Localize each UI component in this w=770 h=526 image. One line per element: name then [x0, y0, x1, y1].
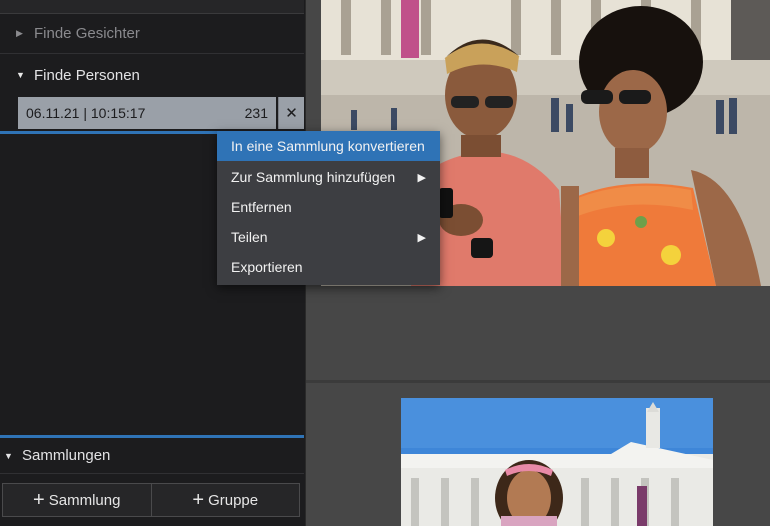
context-menu: In eine Sammlung konvertieren Zur Sammlu… — [217, 131, 440, 285]
search-result-count: 231 — [244, 105, 268, 121]
photo-2-image — [401, 398, 713, 526]
menu-item-export[interactable]: Exportieren — [217, 252, 440, 282]
add-group-button[interactable]: + Gruppe — [150, 484, 300, 516]
menu-item-convert-to-collection[interactable]: In eine Sammlung konvertieren — [217, 131, 440, 161]
plus-icon: + — [192, 489, 205, 511]
find-persons-row[interactable]: ▼ Finde Personen — [0, 55, 304, 95]
search-result-date: 06.11.21 | 10:15:17 — [26, 105, 146, 121]
add-collection-button[interactable]: + Sammlung — [3, 484, 151, 516]
chevron-down-icon: ▼ — [16, 70, 25, 80]
menu-item-add-to-collection[interactable]: Zur Sammlung hinzufügen ▶ — [217, 162, 440, 192]
add-group-label: Gruppe — [208, 491, 259, 509]
menu-item-label: Zur Sammlung hinzufügen — [231, 169, 396, 185]
menu-item-label: Entfernen — [231, 199, 292, 215]
collections-button-bar: + Sammlung + Gruppe — [2, 483, 300, 517]
menu-item-remove[interactable]: Entfernen — [217, 192, 440, 222]
menu-item-share[interactable]: Teilen ▶ — [217, 222, 440, 252]
plus-icon: + — [33, 489, 45, 511]
find-faces-row[interactable]: ▶ Finde Gesichter — [0, 14, 304, 54]
find-persons-label: Finde Personen — [34, 66, 140, 84]
panel-top-strip — [0, 0, 304, 14]
find-faces-label: Finde Gesichter — [34, 25, 140, 42]
chevron-down-icon: ▼ — [4, 450, 13, 461]
grid-divider — [306, 380, 770, 383]
chevron-right-icon: ▶ — [16, 28, 23, 38]
collections-label: Sammlungen — [22, 447, 111, 464]
person-search-result[interactable]: 06.11.21 | 10:15:17 231 — [18, 97, 276, 129]
submenu-arrow-icon: ▶ — [417, 171, 426, 184]
collections-header[interactable]: ▼ Sammlungen — [0, 438, 304, 474]
menu-item-label: In eine Sammlung konvertieren — [231, 138, 425, 154]
add-collection-label: Sammlung — [48, 491, 121, 509]
close-icon[interactable]: ✕ — [278, 97, 304, 129]
menu-item-label: Teilen — [231, 229, 268, 245]
photo-thumbnail-2[interactable] — [401, 398, 713, 526]
submenu-arrow-icon: ▶ — [417, 231, 426, 244]
menu-item-label: Exportieren — [231, 259, 303, 275]
